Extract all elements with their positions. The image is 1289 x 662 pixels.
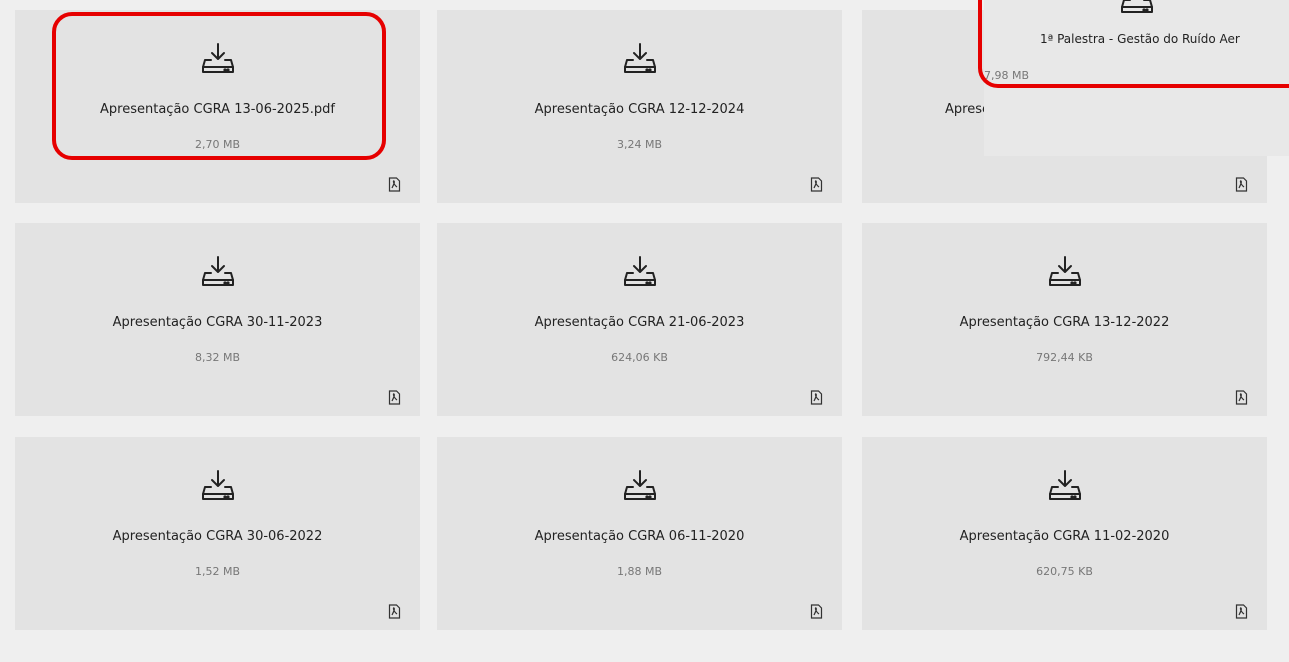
download-icon — [623, 256, 656, 286]
download-icon — [1048, 256, 1081, 286]
pdf-file-icon — [388, 390, 401, 405]
pdf-file-icon — [388, 177, 401, 192]
file-name: Apresentação CGRA 21-06-2023 — [534, 315, 745, 330]
highlight-box — [978, 0, 1289, 88]
file-size: 1,88 MB — [616, 565, 663, 578]
file-name: Apresentação CGRA 13-12-2022 — [959, 315, 1170, 330]
file-name: Apresentação CGRA 06-11-2020 — [534, 529, 745, 544]
file-size: 792,44 KB — [1036, 351, 1093, 364]
download-icon — [623, 43, 656, 73]
download-icon — [201, 470, 234, 500]
file-name: Apresentação CGRA 12-12-2024 — [534, 102, 745, 117]
file-card[interactable]: Apresentação CGRA 11-02-2020 620,75 KB — [862, 437, 1267, 630]
download-icon — [201, 256, 234, 286]
file-size: 3,24 MB — [616, 138, 663, 151]
download-icon — [1048, 470, 1081, 500]
file-size: 624,06 KB — [611, 351, 668, 364]
file-card[interactable]: Apresentação CGRA 13-12-2022 792,44 KB — [862, 223, 1267, 416]
file-size: 8,32 MB — [194, 351, 241, 364]
file-name: Apresentação CGRA 11-02-2020 — [959, 529, 1170, 544]
pdf-file-icon — [810, 177, 823, 192]
pdf-file-icon — [810, 604, 823, 619]
download-icon — [623, 470, 656, 500]
file-name: Apresentação CGRA 30-11-2023 — [112, 315, 323, 330]
pdf-file-icon — [1235, 177, 1248, 192]
file-card[interactable]: Apresentação CGRA 06-11-2020 1,88 MB — [437, 437, 842, 630]
highlight-box — [52, 12, 386, 160]
file-card[interactable]: Apresentação CGRA 30-06-2022 1,52 MB — [15, 437, 420, 630]
pdf-file-icon — [1235, 604, 1248, 619]
pdf-file-icon — [388, 604, 401, 619]
file-size: 620,75 KB — [1036, 565, 1093, 578]
file-name: Apresentação CGRA 30-06-2022 — [112, 529, 323, 544]
file-size: 1,52 MB — [194, 565, 241, 578]
file-card[interactable]: Apresentação CGRA 30-11-2023 8,32 MB — [15, 223, 420, 416]
file-card[interactable]: Apresentação CGRA 12-12-2024 3,24 MB — [437, 10, 842, 203]
pdf-file-icon — [810, 390, 823, 405]
pdf-file-icon — [1235, 390, 1248, 405]
file-card[interactable]: Apresentação CGRA 21-06-2023 624,06 KB — [437, 223, 842, 416]
